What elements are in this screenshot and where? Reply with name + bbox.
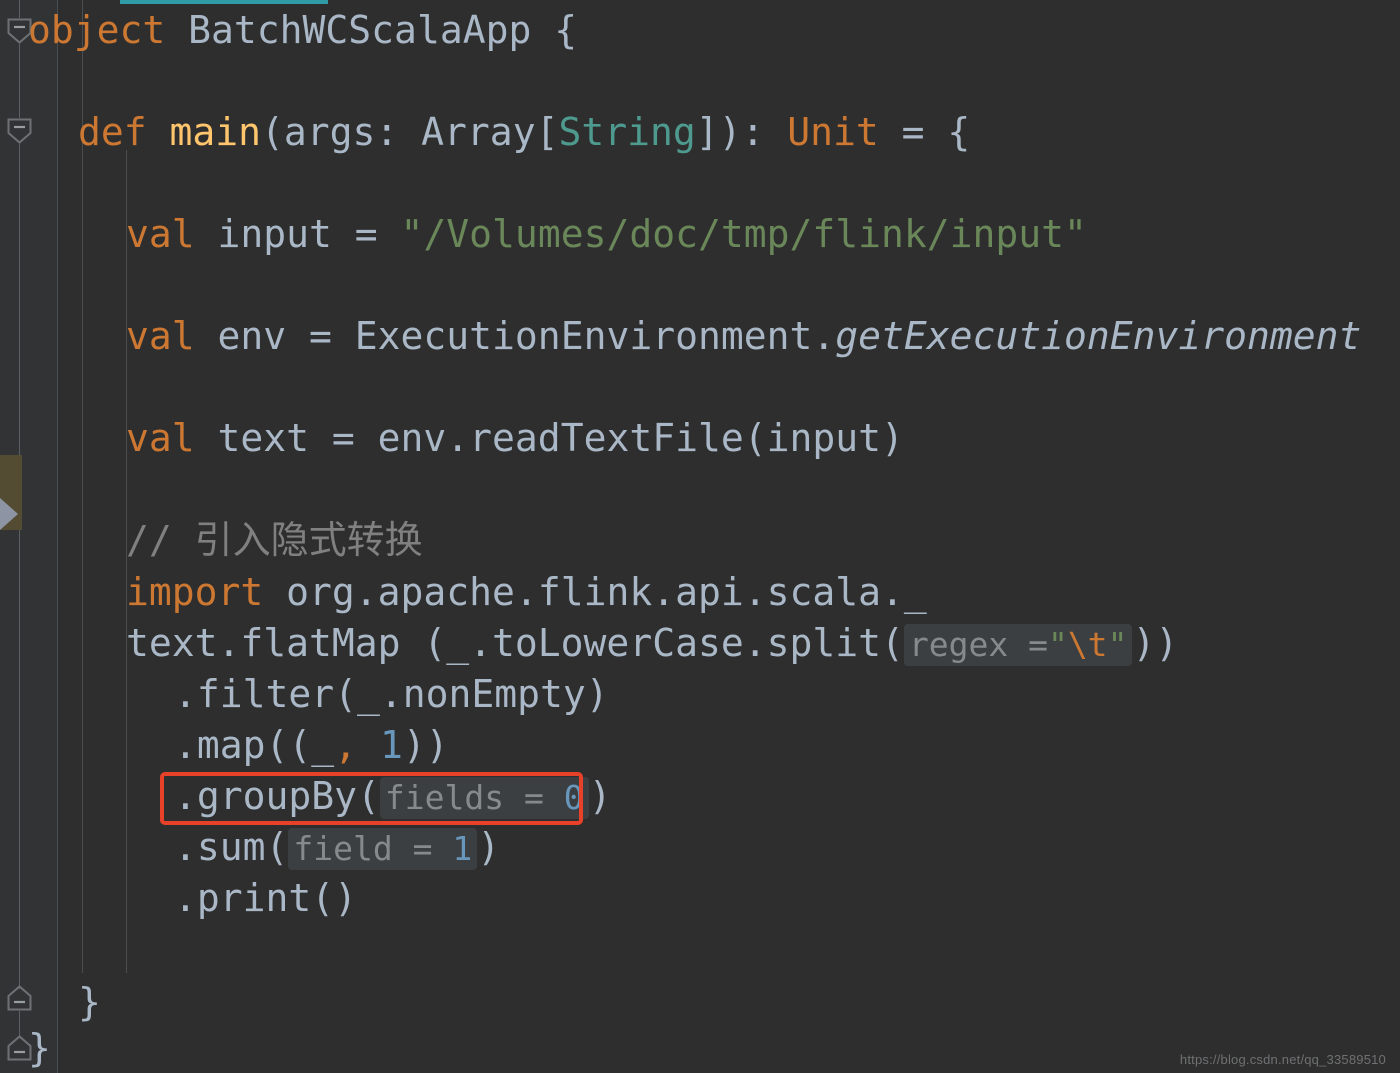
token-keyword: def: [78, 110, 170, 154]
code-line-10[interactable]: .map((_, 1)): [174, 723, 449, 767]
token-identifier: ): [477, 825, 501, 869]
code-line-7[interactable]: import org.apache.flink.api.scala._: [126, 570, 927, 614]
token-identifier: .map((_: [174, 723, 335, 767]
code-line-8[interactable]: text.flatMap (_.toLowerCase.split(regex …: [126, 621, 1178, 667]
token-identifier: }: [78, 980, 101, 1024]
token-identifier: env = ExecutionEnvironment.: [194, 314, 836, 358]
hint-label: regex =: [908, 625, 1048, 664]
token-keyword: val: [126, 314, 195, 358]
code-line-11[interactable]: .groupBy(fields = 0): [174, 774, 611, 820]
parameter-hint-fields[interactable]: fields = 0: [379, 777, 589, 819]
code-area[interactable]: object BatchWCScalaApp { def main(args: …: [0, 0, 1400, 1073]
token-keyword: val: [126, 416, 195, 460]
hint-label: fields =: [384, 778, 564, 817]
token-identifier: ): [588, 774, 612, 818]
hint-value-string: ": [1047, 625, 1068, 664]
token-keyword: Unit: [787, 110, 879, 154]
hint-value-number: 0: [563, 778, 584, 817]
code-line-4[interactable]: val env = ExecutionEnvironment.getExecut…: [126, 314, 1361, 358]
token-identifier: org.apache.flink.api.scala._: [263, 570, 927, 614]
token-identifier: ]):: [695, 110, 788, 154]
code-line-12[interactable]: .sum(field = 1): [174, 825, 500, 871]
token-identifier: input =: [194, 212, 401, 256]
token-keyword: import: [126, 570, 264, 614]
code-editor-screenshot: object BatchWCScalaApp { def main(args: …: [0, 0, 1400, 1073]
token-identifier: }: [28, 1026, 51, 1070]
token-comment-text: 引入隐式转换: [194, 518, 423, 562]
token-comment-slashes: //: [126, 518, 195, 562]
code-line-5[interactable]: val text = env.readTextFile(input): [126, 416, 904, 460]
token-identifier: )): [402, 723, 449, 767]
parameter-hint-regex[interactable]: regex ="\t": [903, 624, 1133, 666]
parameter-hint-field[interactable]: field = 1: [288, 828, 478, 870]
token-static-member: getExecutionEnvironment: [835, 314, 1362, 358]
watermark: https://blog.csdn.net/qq_33589510: [1179, 1052, 1386, 1067]
code-line-13[interactable]: .print(): [174, 876, 357, 920]
token-identifier: .filter(_.nonEmpty): [174, 672, 609, 716]
token-identifier: text = env.readTextFile(input): [194, 416, 904, 460]
code-line-3[interactable]: val input = "/Volumes/doc/tmp/flink/inpu…: [126, 212, 1087, 256]
token-function-name: main: [169, 110, 262, 154]
code-line-15[interactable]: }: [28, 1026, 51, 1070]
token-identifier: = {: [878, 110, 971, 154]
token-identifier: .print(): [174, 876, 358, 920]
token-string: "/Volumes/doc/tmp/flink/input": [400, 212, 1087, 256]
code-line-14[interactable]: }: [78, 980, 101, 1024]
code-line-9[interactable]: .filter(_.nonEmpty): [174, 672, 609, 716]
token-type: String: [558, 110, 696, 154]
hint-value-escape: \t: [1067, 625, 1108, 664]
code-line-1[interactable]: object BatchWCScalaApp {: [28, 8, 577, 52]
token-identifier: (args: Array[: [261, 110, 559, 154]
hint-label: field =: [293, 829, 453, 868]
code-line-6[interactable]: // 引入隐式转换: [126, 518, 423, 562]
code-line-2[interactable]: def main(args: Array[String]): Unit = {: [78, 110, 970, 154]
token-identifier: [357, 723, 380, 767]
token-keyword: object: [28, 8, 166, 52]
token-comma: ,: [334, 723, 358, 767]
token-keyword: val: [126, 212, 195, 256]
token-identifier: .groupBy(: [174, 774, 380, 818]
token-identifier: )): [1132, 621, 1179, 665]
hint-value-string: ": [1107, 625, 1128, 664]
token-identifier: BatchWCScalaApp {: [165, 8, 578, 52]
hint-value-number: 1: [452, 829, 473, 868]
token-identifier: text.flatMap (_.toLowerCase.split(: [126, 621, 904, 665]
token-number: 1: [379, 723, 403, 767]
token-identifier: .sum(: [174, 825, 289, 869]
